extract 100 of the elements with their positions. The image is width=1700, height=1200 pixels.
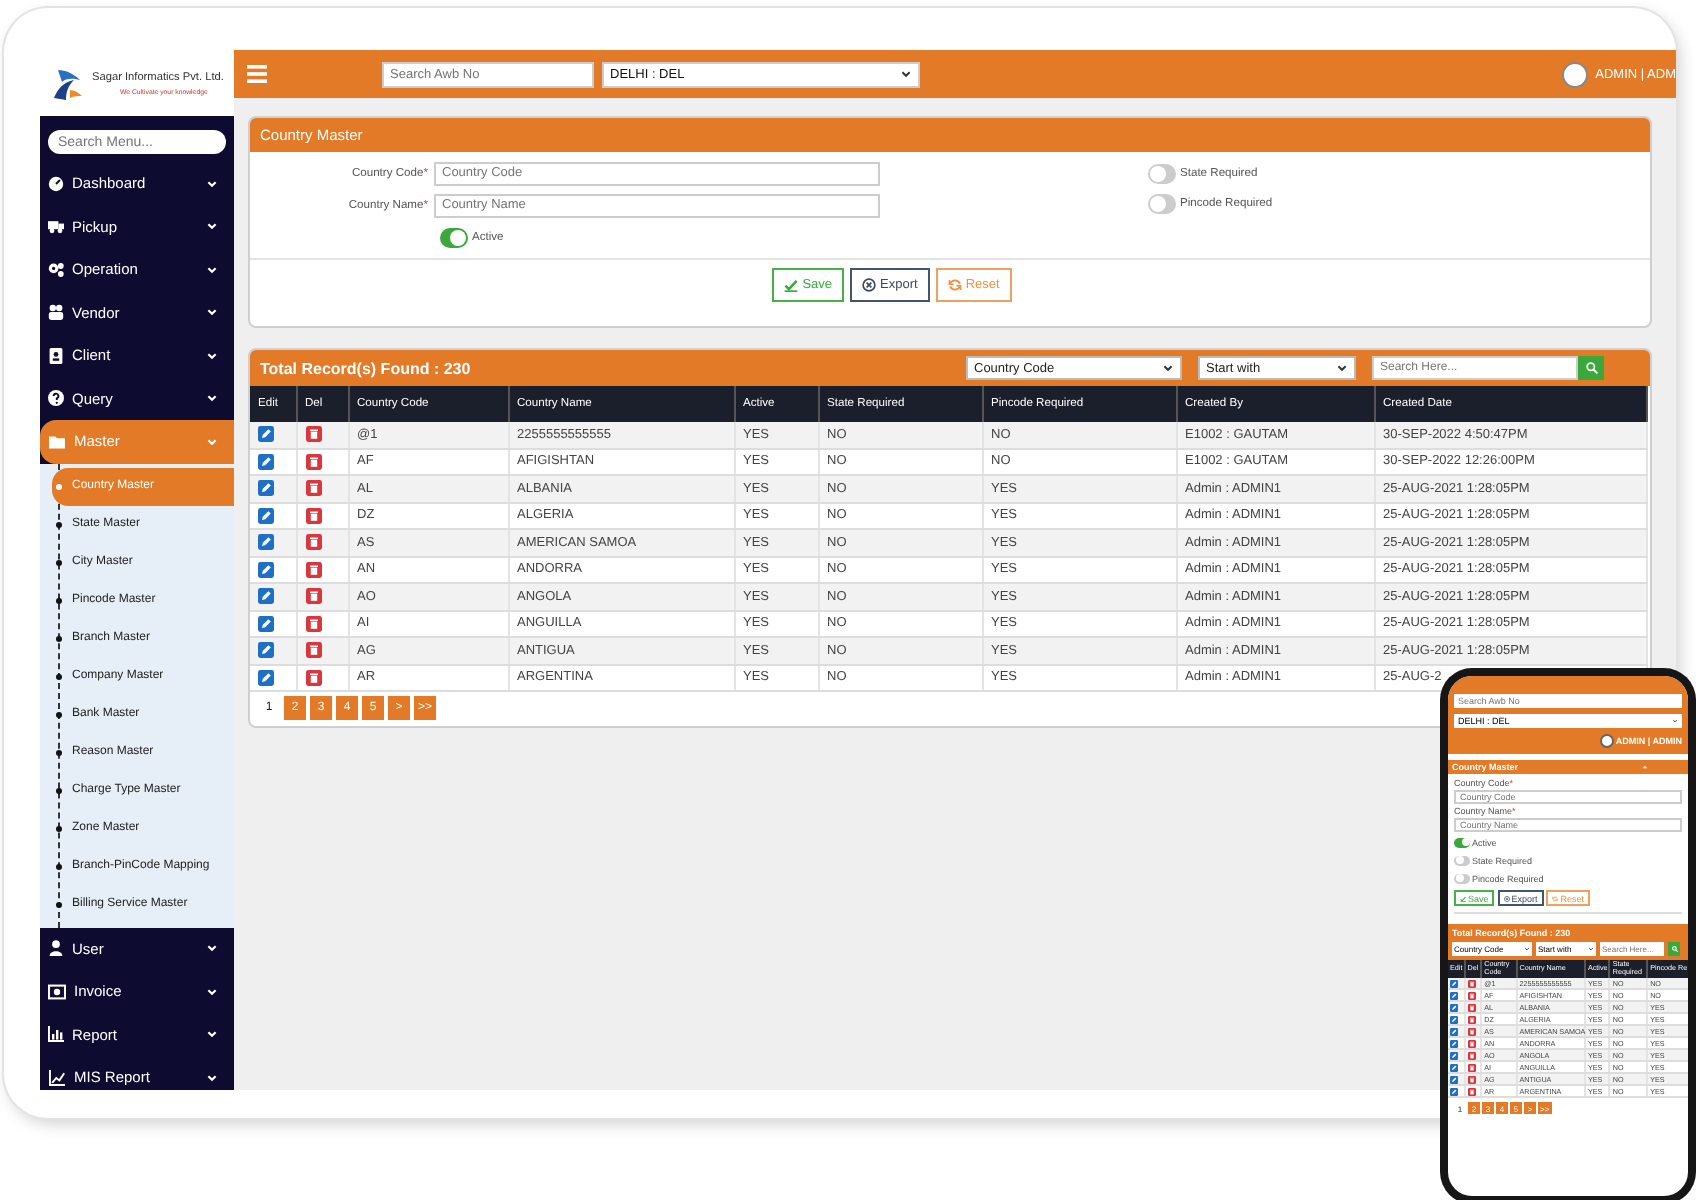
edit-button[interactable] — [258, 534, 274, 551]
chevron-down-icon — [206, 177, 218, 190]
edit-icon — [258, 588, 274, 605]
delete-button[interactable] — [305, 561, 321, 578]
bar-chart-icon — [48, 1026, 64, 1043]
delete-button[interactable] — [305, 615, 321, 632]
search-icon — [1585, 362, 1597, 374]
search-icon — [1671, 946, 1677, 952]
edit-button[interactable] — [258, 588, 274, 605]
delete-button[interactable] — [1467, 1027, 1476, 1035]
contact-card-icon — [48, 347, 64, 364]
edit-button[interactable] — [1450, 1087, 1458, 1095]
records-count: Total Record(s) Found : 230 — [260, 359, 473, 377]
delete-button[interactable] — [305, 453, 321, 470]
delete-button[interactable] — [305, 588, 321, 605]
toggle-switch[interactable] — [1148, 164, 1176, 184]
delete-button[interactable] — [1467, 1087, 1476, 1095]
edit-icon — [258, 534, 274, 551]
delete-button[interactable] — [305, 669, 321, 686]
delete-button[interactable] — [305, 642, 321, 659]
edit-button[interactable] — [1450, 991, 1458, 999]
toggle-switch[interactable] — [1454, 837, 1470, 847]
edit-icon — [258, 642, 274, 659]
question-icon — [48, 390, 64, 407]
chevron-down-icon — [206, 1028, 218, 1041]
menu-button[interactable] — [246, 64, 268, 84]
edit-icon — [258, 561, 274, 578]
delete-button[interactable] — [305, 507, 321, 524]
circle-x-icon — [1503, 895, 1510, 901]
trash-icon — [1467, 991, 1476, 999]
circle-x-icon — [862, 278, 877, 292]
edit-icon — [258, 507, 274, 524]
check-icon — [1460, 895, 1466, 901]
edit-button[interactable] — [1450, 1015, 1458, 1023]
edit-button[interactable] — [258, 642, 274, 659]
trash-icon — [305, 615, 321, 632]
chevron-down-icon — [206, 306, 218, 319]
delete-button[interactable] — [1467, 1063, 1476, 1071]
edit-button[interactable] — [1450, 1063, 1458, 1071]
delete-button[interactable] — [1467, 1003, 1476, 1011]
edit-button[interactable] — [258, 426, 274, 443]
delete-button[interactable] — [305, 480, 321, 497]
delete-button[interactable] — [1467, 1075, 1476, 1083]
delete-button[interactable] — [1467, 1051, 1476, 1059]
gears-icon — [48, 261, 64, 278]
money-icon — [48, 983, 66, 1000]
edit-button[interactable] — [1450, 1075, 1458, 1083]
trash-icon — [1467, 1051, 1476, 1059]
delete-button[interactable] — [1467, 1015, 1476, 1023]
delete-button[interactable] — [1467, 1039, 1476, 1047]
trash-icon — [1467, 979, 1476, 987]
chevron-down-icon — [206, 349, 218, 362]
chevron-down-icon — [206, 263, 218, 276]
refresh-icon — [947, 278, 962, 292]
edit-icon — [258, 453, 274, 470]
edit-button[interactable] — [1450, 979, 1458, 987]
avatar-icon — [1561, 61, 1588, 87]
trash-icon — [1467, 1075, 1476, 1083]
caret-icon — [900, 68, 912, 80]
edit-button[interactable] — [1450, 1027, 1458, 1035]
delete-button[interactable] — [1467, 979, 1476, 987]
trash-icon — [1467, 1015, 1476, 1023]
edit-button[interactable] — [1450, 1051, 1458, 1059]
trash-icon — [305, 561, 321, 578]
trash-icon — [305, 426, 321, 443]
edit-button[interactable] — [258, 507, 274, 524]
dashboard-gauge-icon — [48, 175, 64, 192]
edit-button[interactable] — [258, 561, 274, 578]
chevron-down-icon — [206, 942, 218, 955]
edit-button[interactable] — [258, 480, 274, 497]
toggle-switch[interactable] — [1454, 873, 1470, 883]
edit-button[interactable] — [258, 669, 274, 686]
delete-button[interactable] — [1467, 991, 1476, 999]
toggle-switch[interactable] — [440, 227, 468, 247]
users-icon — [48, 304, 64, 321]
toggle-switch[interactable] — [1454, 855, 1470, 865]
trash-icon — [305, 534, 321, 551]
trash-icon — [305, 642, 321, 659]
check-icon — [784, 278, 799, 292]
delete-button[interactable] — [305, 426, 321, 443]
edit-button[interactable] — [258, 615, 274, 632]
trash-icon — [305, 588, 321, 605]
caret-icon — [1162, 362, 1174, 374]
chevron-down-icon — [206, 220, 218, 233]
edit-button[interactable] — [258, 453, 274, 470]
trash-icon — [305, 453, 321, 470]
toggle-switch[interactable] — [1148, 194, 1176, 214]
edit-icon — [258, 480, 274, 497]
trash-icon — [305, 480, 321, 497]
chevron-down-icon — [206, 1071, 218, 1084]
search-button[interactable] — [1578, 356, 1604, 380]
search-button[interactable] — [1668, 942, 1680, 956]
delete-button[interactable] — [305, 534, 321, 551]
trash-icon — [305, 507, 321, 524]
trash-icon — [1467, 1063, 1476, 1071]
refresh-icon — [1552, 895, 1559, 901]
folder-icon — [48, 433, 66, 450]
edit-button[interactable] — [1450, 1039, 1458, 1047]
edit-icon — [258, 615, 274, 632]
edit-button[interactable] — [1450, 1003, 1458, 1011]
